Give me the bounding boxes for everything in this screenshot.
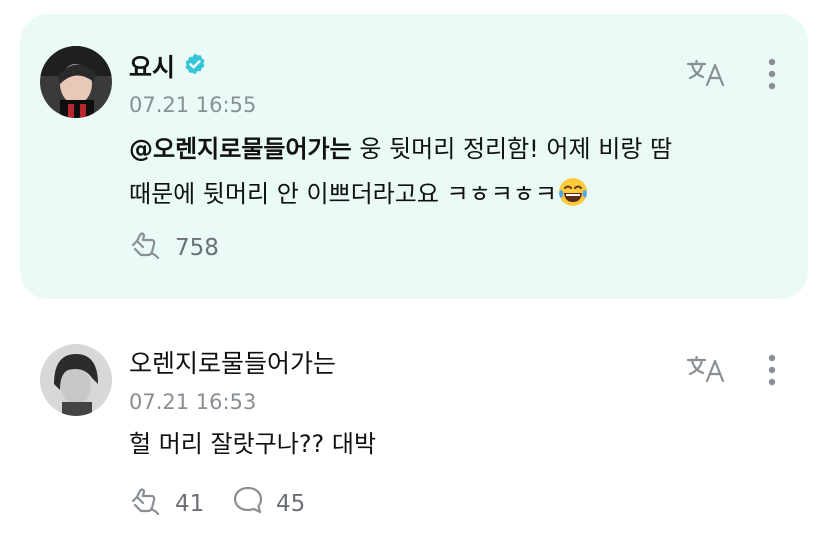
author-name-text[interactable]: 요시 — [129, 53, 175, 83]
author-name[interactable]: 오렌지로물들어가는 — [129, 349, 336, 379]
laughing-tears-emoji-icon — [557, 176, 589, 208]
translate-icon[interactable] — [684, 56, 728, 90]
like-icon[interactable] — [129, 229, 163, 267]
like-count: 41 — [175, 491, 205, 517]
post-text-1: 웅 뒷머리 정리함! 어제 비랑 땀 — [351, 135, 673, 163]
comment-stat[interactable]: 45 — [232, 485, 305, 523]
comment-icon[interactable] — [232, 485, 264, 523]
like-stat[interactable]: 758 — [129, 229, 219, 267]
comment-count: 45 — [276, 491, 306, 517]
post-body-line-2: 때문에 뒷머리 안 이쁘더라고요 ㅋㅎㅋㅎㅋ — [129, 172, 789, 217]
like-count: 758 — [175, 235, 219, 261]
post-timestamp: 07.21 16:55 — [129, 93, 257, 117]
post-timestamp: 07.21 16:53 — [129, 390, 257, 414]
post-body-line-1: @오렌지로물들어가는 웅 뒷머리 정리함! 어제 비랑 땀 — [129, 127, 789, 172]
avatar[interactable] — [40, 46, 112, 118]
more-vertical-icon[interactable] — [760, 56, 784, 92]
post-body: 헐 머리 잘랏구나?? 대박 — [129, 422, 789, 467]
author-name-text[interactable]: 오렌지로물들어가는 — [129, 349, 336, 379]
author-name[interactable]: 요시 — [129, 52, 207, 83]
avatar[interactable] — [40, 344, 112, 416]
post-body: @오렌지로물들어가는 웅 뒷머리 정리함! 어제 비랑 땀 때문에 뒷머리 안 … — [129, 127, 789, 217]
post-text-2: 때문에 뒷머리 안 이쁘더라고요 ㅋㅎㅋㅎㅋ — [129, 180, 557, 208]
more-vertical-icon[interactable] — [760, 352, 784, 388]
like-icon[interactable] — [129, 485, 163, 523]
like-stat[interactable]: 41 — [129, 485, 204, 523]
mention-link[interactable]: @오렌지로물들어가는 — [129, 135, 352, 163]
verified-badge-icon — [183, 52, 207, 83]
post-text: 헐 머리 잘랏구나?? 대박 — [129, 430, 377, 458]
translate-icon[interactable] — [684, 352, 728, 386]
